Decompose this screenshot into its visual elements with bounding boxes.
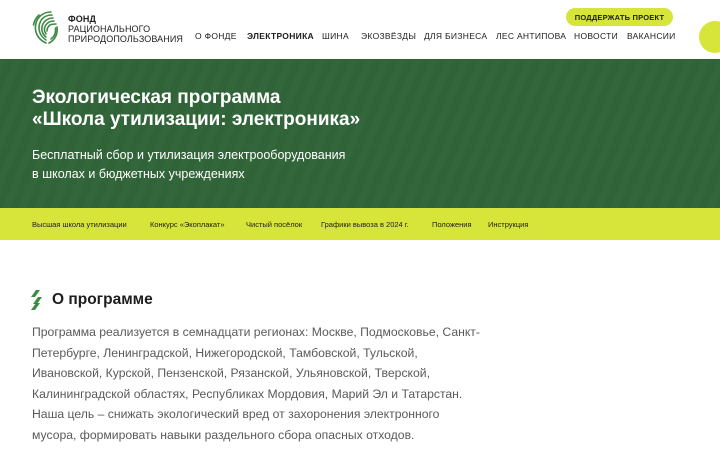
- section-stripes-icon: [31, 290, 42, 310]
- about-line: мусора, формировать навыки раздельного с…: [32, 427, 415, 442]
- nav-item-antipov-forest[interactable]: ЛЕС АНТИПОВА: [496, 31, 566, 41]
- main-nav: О ФОНДЕ ЭЛЕКТРОНИКА ШИНА ЭКОЗВЁЗДЫ ДЛЯ Б…: [0, 31, 720, 43]
- hero-stripes-decoration: [0, 59, 720, 208]
- about-section-title: О программе: [52, 291, 153, 308]
- logo-line-1: ФОНД: [68, 14, 96, 24]
- nav-item-vacancies[interactable]: ВАКАНСИИ: [627, 31, 676, 41]
- about-line: Калининградской областях, Республиках Мо…: [32, 386, 463, 401]
- subnav-item-higher-school[interactable]: Высшая школа утилизации: [32, 220, 127, 229]
- about-line: Петербурге, Ленинградской, Нижегородской…: [32, 345, 418, 360]
- nav-item-ecostars[interactable]: ЭКОЗВЁЗДЫ: [361, 31, 416, 41]
- about-line: Программа реализуется в семнадцати регио…: [32, 325, 480, 339]
- subnav-item-instructions[interactable]: Инструкция: [488, 220, 528, 229]
- about-paragraph: Программа реализуется в семнадцати регио…: [32, 322, 502, 445]
- subnav-item-ecoposter[interactable]: Конкурс «Экоплакат»: [150, 220, 224, 229]
- site-header: ФОНД РАЦИОНАЛЬНОГО ПРИРОДОПОЛЬЗОВАНИЯ ПО…: [0, 0, 720, 59]
- nav-item-about[interactable]: О ФОНДЕ: [195, 31, 237, 41]
- hero-subtitle-line-1: Бесплатный сбор и утилизация электрообор…: [32, 148, 346, 162]
- nav-item-tires[interactable]: ШИНА: [322, 31, 349, 41]
- hero-title: Экологическая программа «Школа утилизаци…: [32, 87, 360, 131]
- about-line: Ивановской, Курской, Пензенской, Рязанск…: [32, 366, 430, 380]
- nav-item-business[interactable]: ДЛЯ БИЗНЕСА: [424, 31, 487, 41]
- subnav-item-regulations[interactable]: Положения: [432, 220, 472, 229]
- hero-subtitle-line-2: в школах и бюджетных учреждениях: [32, 167, 245, 181]
- hero-title-line-1: Экологическая программа: [32, 87, 281, 108]
- hero-subtitle: Бесплатный сбор и утилизация электрообор…: [32, 146, 345, 184]
- subnav-item-clean-village[interactable]: Чистый посёлок: [246, 220, 302, 229]
- hero-title-line-2: «Школа утилизации: электроника»: [32, 109, 361, 130]
- hero-banner: Экологическая программа «Школа утилизаци…: [0, 59, 720, 208]
- nav-item-news[interactable]: НОВОСТИ: [574, 31, 618, 41]
- about-line: Наша цель – снижать экологический вред о…: [32, 407, 440, 421]
- program-subnav: Высшая школа утилизации Конкурс «Экоплак…: [0, 208, 720, 240]
- menu-circle-button[interactable]: [699, 21, 720, 53]
- support-project-button[interactable]: ПОДДЕРЖАТЬ ПРОЕКТ: [566, 8, 673, 26]
- subnav-item-schedules[interactable]: Графики вывоза в 2024 г.: [321, 220, 409, 229]
- nav-item-electronics[interactable]: ЭЛЕКТРОНИКА: [247, 31, 314, 41]
